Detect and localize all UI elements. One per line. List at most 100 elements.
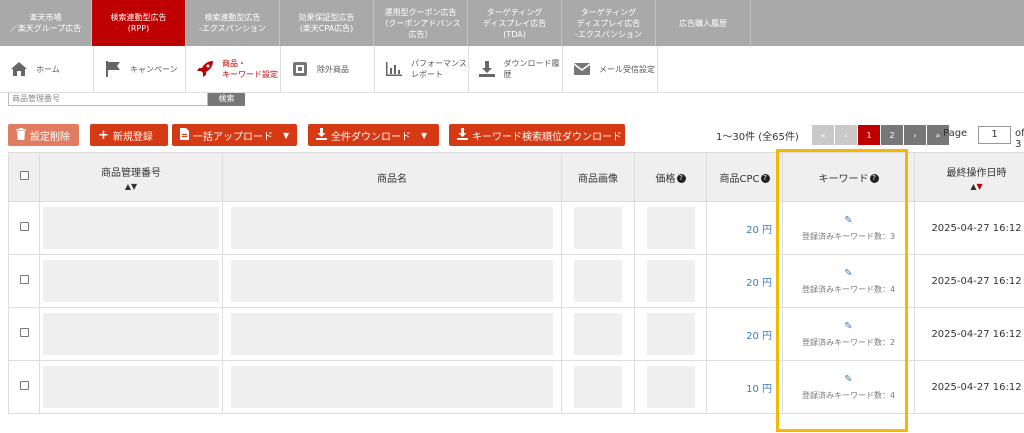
box-icon [291,60,309,78]
table-row: 20 円 ✎ 登録済みキーワード数：2 2025-04-27 16:12 [8,307,1024,361]
redacted-price [646,313,695,355]
top-nav-item-rpp-expansion[interactable]: 検索連動型広告 -エクスパンション [186,0,280,46]
last-updated: 2025-04-27 16:12 [914,360,1024,414]
sub-nav-item-download-history[interactable]: ダウンロード履歴 [469,46,563,92]
row-checkbox[interactable] [19,381,29,390]
download-icon [479,60,496,78]
row-checkbox[interactable] [19,222,29,231]
page-count-label: of 3 [1015,128,1024,150]
page-1-button[interactable]: 1 [858,125,880,145]
header-keyword: キーワード? [782,152,915,202]
table-row: 20 円 ✎ 登録済みキーワード数：3 2025-04-27 16:12 [8,201,1024,255]
edit-keyword-icon[interactable]: ✎ [783,374,914,385]
top-nav-filler [751,0,1024,46]
table-row: 10 円 ✎ 登録済みキーワード数：4 2025-04-27 16:12 [8,360,1024,414]
rocket-icon [196,60,214,78]
top-nav-item-rakuten-ichiba[interactable]: 楽天市場 ／楽天グループ広告 [0,0,92,46]
keyword-count: 登録済みキーワード数：4 [801,390,896,400]
select-all-checkbox[interactable] [19,171,29,180]
page-label: Page [943,128,968,139]
last-updated: 2025-04-27 16:12 [914,254,1024,308]
redacted-product-id [43,260,219,302]
keyword-count: 登録済みキーワード数：4 [801,284,896,294]
cpc-value[interactable]: 20 円 [706,254,783,308]
page-2-button[interactable]: 2 [881,125,903,145]
keyword-count: 登録済みキーワード数：3 [801,231,896,241]
sub-nav-item-home[interactable]: ホーム [0,46,94,92]
redacted-product-image [574,207,622,249]
redacted-product-image [574,313,622,355]
header-price: 価格? [634,152,707,202]
next-page-button[interactable]: › [904,125,926,145]
search-button[interactable]: 検索 [208,93,245,106]
pagination: « ‹ 1 2 › » [812,125,949,145]
new-registration-button[interactable]: + 新規登録 [90,124,168,146]
sub-nav-item-excluded-products[interactable]: 除外商品 [281,46,375,92]
row-checkbox[interactable] [19,275,29,284]
edit-keyword-icon[interactable]: ✎ [783,215,914,226]
redacted-product-name [231,313,553,355]
cpc-value[interactable]: 20 円 [706,201,783,255]
help-icon[interactable]: ? [760,174,770,183]
file-icon [180,127,189,143]
sub-nav-item-performance-report[interactable]: パフォーマンス レポート [375,46,469,92]
bar-chart-icon [385,60,403,78]
download-icon [457,127,468,143]
redacted-product-id [43,313,219,355]
search-input[interactable]: 商品管理番号 [8,93,208,106]
redacted-product-name [231,366,553,408]
search-bar: 商品管理番号 検索 [8,93,245,107]
top-nav-item-tda[interactable]: ターゲティング ディスプレイ広告 (TDA) [468,0,562,46]
keyword-rank-download-button[interactable]: キーワード検索順位ダウンロード [449,124,625,146]
header-last-updated[interactable]: 最終操作日時 ▲▼ [914,152,1024,202]
row-checkbox[interactable] [19,328,29,337]
top-nav: 楽天市場 ／楽天グループ広告 検索連動型広告 (RPP) 検索連動型広告 -エク… [0,0,1024,46]
redacted-price [646,366,695,408]
top-nav-item-coupon-advance[interactable]: 運用型クーポン広告 （クーポンアドバンス 広告） [374,0,468,46]
redacted-product-image [574,366,622,408]
page-number-input[interactable]: 1 [978,126,1011,144]
redacted-product-image [574,260,622,302]
last-updated: 2025-04-27 16:12 [914,307,1024,361]
header-product-name: 商品名 [222,152,562,202]
plus-icon: + [98,127,109,143]
top-nav-item-rpp[interactable]: 検索連動型広告 (RPP) [92,0,186,46]
cpc-value[interactable]: 10 円 [706,360,783,414]
top-nav-item-tda-expansion[interactable]: ターゲティング ディスプレイ広告 -エクスパンション [562,0,656,46]
header-product-id[interactable]: 商品管理番号 ▲▼ [39,152,223,202]
download-all-button[interactable]: 全件ダウンロード ▼ [308,124,439,146]
edit-keyword-icon[interactable]: ✎ [783,268,914,279]
pagination-info: 1〜30件 (全65件) [716,132,799,143]
table-row: 20 円 ✎ 登録済みキーワード数：4 2025-04-27 16:12 [8,254,1024,308]
download-icon [316,127,327,143]
sub-nav: ホーム キャンペーン 商品・ キーワード設定 除外商品 パフォーマンス レポート [0,46,1024,93]
last-updated: 2025-04-27 16:12 [914,201,1024,255]
sort-arrows-icon[interactable]: ▲▼ [915,182,1024,191]
keyword-count: 登録済みキーワード数：2 [801,337,896,347]
cpc-value[interactable]: 20 円 [706,307,783,361]
sub-nav-item-product-keyword[interactable]: 商品・ キーワード設定 [186,46,281,92]
select-all-cell [8,152,40,202]
edit-keyword-icon[interactable]: ✎ [783,321,914,332]
help-icon[interactable]: ? [869,174,879,183]
header-cpc: 商品CPC? [706,152,783,202]
prev-page-button[interactable]: ‹ [835,125,857,145]
redacted-product-name [231,207,553,249]
toolbar: 設定削除 + 新規登録 一括アップロード ▼ 全件ダウンロード ▼ キーワード検… [8,124,1024,150]
first-page-button[interactable]: « [812,125,834,145]
help-icon[interactable]: ? [676,174,686,183]
caret-down-icon: ▼ [421,130,428,140]
mail-icon [573,60,591,78]
redacted-product-id [43,207,219,249]
sub-nav-item-mail-settings[interactable]: メール受信設定 [563,46,658,92]
bulk-upload-button[interactable]: 一括アップロード ▼ [172,124,297,146]
delete-settings-button[interactable]: 設定削除 [8,124,79,146]
home-icon [10,60,28,78]
caret-down-icon: ▼ [283,130,290,140]
sub-nav-item-campaign[interactable]: キャンペーン [94,46,186,92]
redacted-product-id [43,366,219,408]
top-nav-item-purchase-history[interactable]: 広告購入履歴 [656,0,751,46]
sort-arrows-icon[interactable]: ▲▼ [40,182,222,191]
top-nav-item-cpa[interactable]: 効果保証型広告 (楽天CPA広告) [280,0,374,46]
product-table: 商品管理番号 ▲▼ 商品名 商品画像 価格? 商品CPC? キーワード? 最終操… [8,152,1024,414]
